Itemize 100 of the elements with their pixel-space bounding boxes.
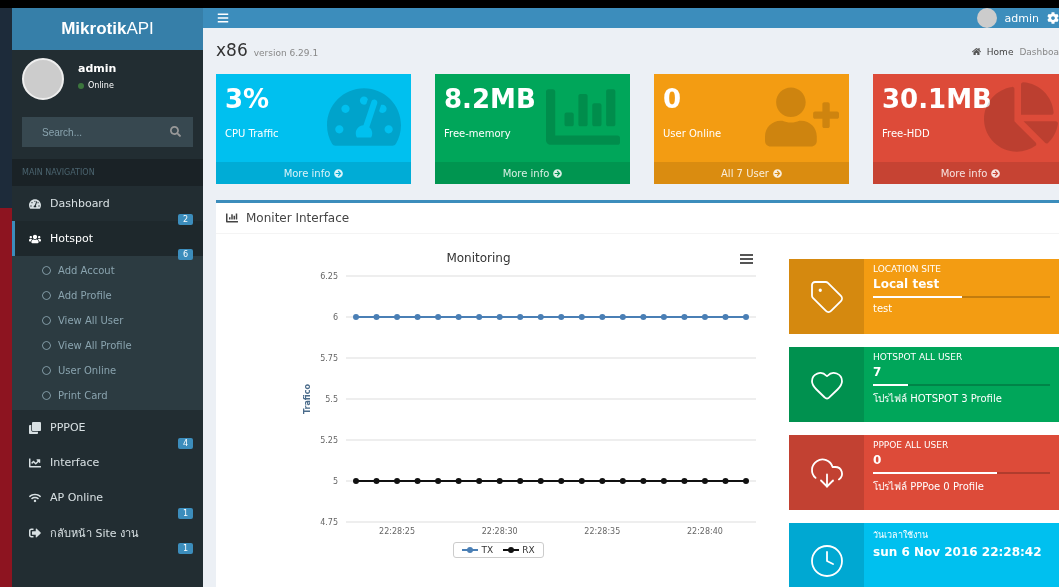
settings-icon[interactable] bbox=[1047, 12, 1059, 24]
info-value: 7 bbox=[873, 365, 883, 379]
search-icon[interactable] bbox=[170, 126, 181, 137]
data-point bbox=[496, 478, 503, 484]
more-info-link[interactable]: All 7 User bbox=[654, 162, 849, 184]
avatar bbox=[976, 8, 997, 28]
info-label: HOTSPOT ALL USER bbox=[873, 352, 964, 362]
count-badge: 1 bbox=[177, 508, 193, 519]
panel-title: Moniter Interface bbox=[246, 211, 350, 225]
data-point bbox=[537, 314, 544, 320]
wifi-icon bbox=[29, 491, 41, 504]
status-dot-icon bbox=[78, 82, 84, 89]
stat-value: 8.2MB bbox=[444, 84, 537, 114]
y-axis-label: Trafico bbox=[303, 383, 312, 415]
brand-logo[interactable]: MikrotikAPI bbox=[12, 8, 203, 50]
user-status: Online bbox=[88, 81, 114, 90]
arrow-right-icon bbox=[772, 168, 782, 178]
info-label: LOCATION SITE bbox=[873, 264, 942, 274]
data-point bbox=[435, 478, 442, 484]
data-point bbox=[353, 314, 359, 320]
breadcrumb-link[interactable]: Dashboa bbox=[1019, 46, 1059, 57]
data-point bbox=[619, 314, 626, 320]
x-tick-label: 22:28:40 bbox=[687, 527, 723, 536]
submenu-item[interactable]: Print Card bbox=[12, 383, 203, 408]
sign-out-icon bbox=[29, 526, 41, 539]
data-point bbox=[496, 314, 503, 320]
data-point bbox=[681, 478, 688, 484]
search-field[interactable]: Search... bbox=[22, 117, 193, 147]
info-value: Local test bbox=[873, 277, 941, 291]
stat-label: CPU Traffic bbox=[225, 128, 280, 139]
breadcrumb-link[interactable]: Home bbox=[986, 46, 1014, 57]
arrow-right-icon bbox=[553, 168, 563, 178]
data-point bbox=[701, 314, 708, 320]
submenu-item[interactable]: User Online bbox=[12, 358, 203, 383]
legend-label: TX bbox=[481, 545, 494, 555]
page-title: x86 bbox=[216, 40, 248, 60]
chart-menu-icon[interactable] bbox=[740, 254, 753, 264]
more-info-link[interactable]: More info bbox=[216, 162, 411, 184]
data-point bbox=[640, 478, 647, 484]
tag-icon bbox=[808, 278, 845, 315]
info-description: โปรไฟล์ PPPoe 0 Profile bbox=[873, 480, 985, 494]
x-tick-label: 22:28:25 bbox=[379, 527, 415, 536]
data-point bbox=[517, 478, 524, 484]
data-point bbox=[660, 478, 667, 484]
data-point bbox=[743, 478, 749, 484]
data-point bbox=[578, 478, 585, 484]
count-badge: 1 bbox=[177, 543, 193, 554]
clock-icon bbox=[808, 542, 845, 579]
data-point bbox=[558, 478, 565, 484]
data-point bbox=[517, 314, 524, 320]
data-point bbox=[660, 314, 667, 320]
nav-section-header: MAIN NAVIGATION bbox=[12, 159, 203, 186]
dashboard-icon bbox=[29, 197, 41, 210]
data-point bbox=[599, 478, 606, 484]
data-point bbox=[455, 314, 462, 320]
info-description: โปรไฟล์ HOTSPOT 3 Profile bbox=[873, 392, 1003, 406]
x-tick-label: 22:28:35 bbox=[584, 527, 621, 536]
stat-label: User Online bbox=[663, 128, 723, 139]
data-point bbox=[414, 314, 421, 320]
data-point bbox=[743, 314, 749, 320]
submenu-item[interactable]: Add Profile bbox=[12, 283, 203, 308]
copy-icon bbox=[29, 421, 41, 434]
avatar bbox=[22, 58, 64, 100]
data-point bbox=[373, 478, 380, 484]
data-point bbox=[619, 478, 626, 484]
arrow-right-icon bbox=[334, 168, 344, 178]
users-icon bbox=[29, 232, 41, 245]
y-tick-label: 6.25 bbox=[320, 272, 338, 281]
data-point bbox=[414, 478, 421, 484]
submenu-item[interactable]: Add Accout bbox=[12, 258, 203, 283]
menu-icon[interactable] bbox=[217, 12, 229, 24]
data-point bbox=[722, 314, 729, 320]
data-point bbox=[455, 478, 462, 484]
stat-label: Free-HDD bbox=[882, 128, 931, 139]
submenu-item[interactable]: View All Profile bbox=[12, 333, 203, 358]
data-point bbox=[681, 314, 688, 320]
stat-value: 3% bbox=[225, 84, 271, 114]
data-point bbox=[701, 478, 708, 484]
line-chart-icon bbox=[29, 456, 41, 469]
more-info-link[interactable]: More info bbox=[873, 162, 1059, 184]
x-tick-label: 22:28:30 bbox=[481, 527, 518, 536]
page-subtitle: version 6.29.1 bbox=[253, 48, 319, 58]
y-tick-label: 5 bbox=[332, 477, 338, 486]
more-info-link[interactable]: More info bbox=[435, 162, 630, 184]
info-value: 0 bbox=[873, 453, 883, 467]
header-user-name[interactable]: admin bbox=[1004, 11, 1039, 25]
chart-title: Monitoring bbox=[446, 251, 511, 265]
submenu-item[interactable]: View All User bbox=[12, 308, 203, 333]
data-point bbox=[558, 314, 565, 320]
info-label: วันเวลาใช้งาน bbox=[873, 529, 929, 542]
user-name: admin bbox=[78, 62, 117, 75]
count-badge: 4 bbox=[177, 438, 193, 449]
data-point bbox=[722, 478, 729, 484]
stat-value: 30.1MB bbox=[882, 84, 993, 114]
home-icon bbox=[971, 47, 981, 56]
stat-label: Free-memory bbox=[444, 128, 512, 139]
arrow-right-icon bbox=[991, 168, 1001, 178]
legend-marker-icon bbox=[462, 546, 479, 554]
count-badge: 6 bbox=[177, 249, 193, 260]
data-point bbox=[476, 314, 483, 320]
